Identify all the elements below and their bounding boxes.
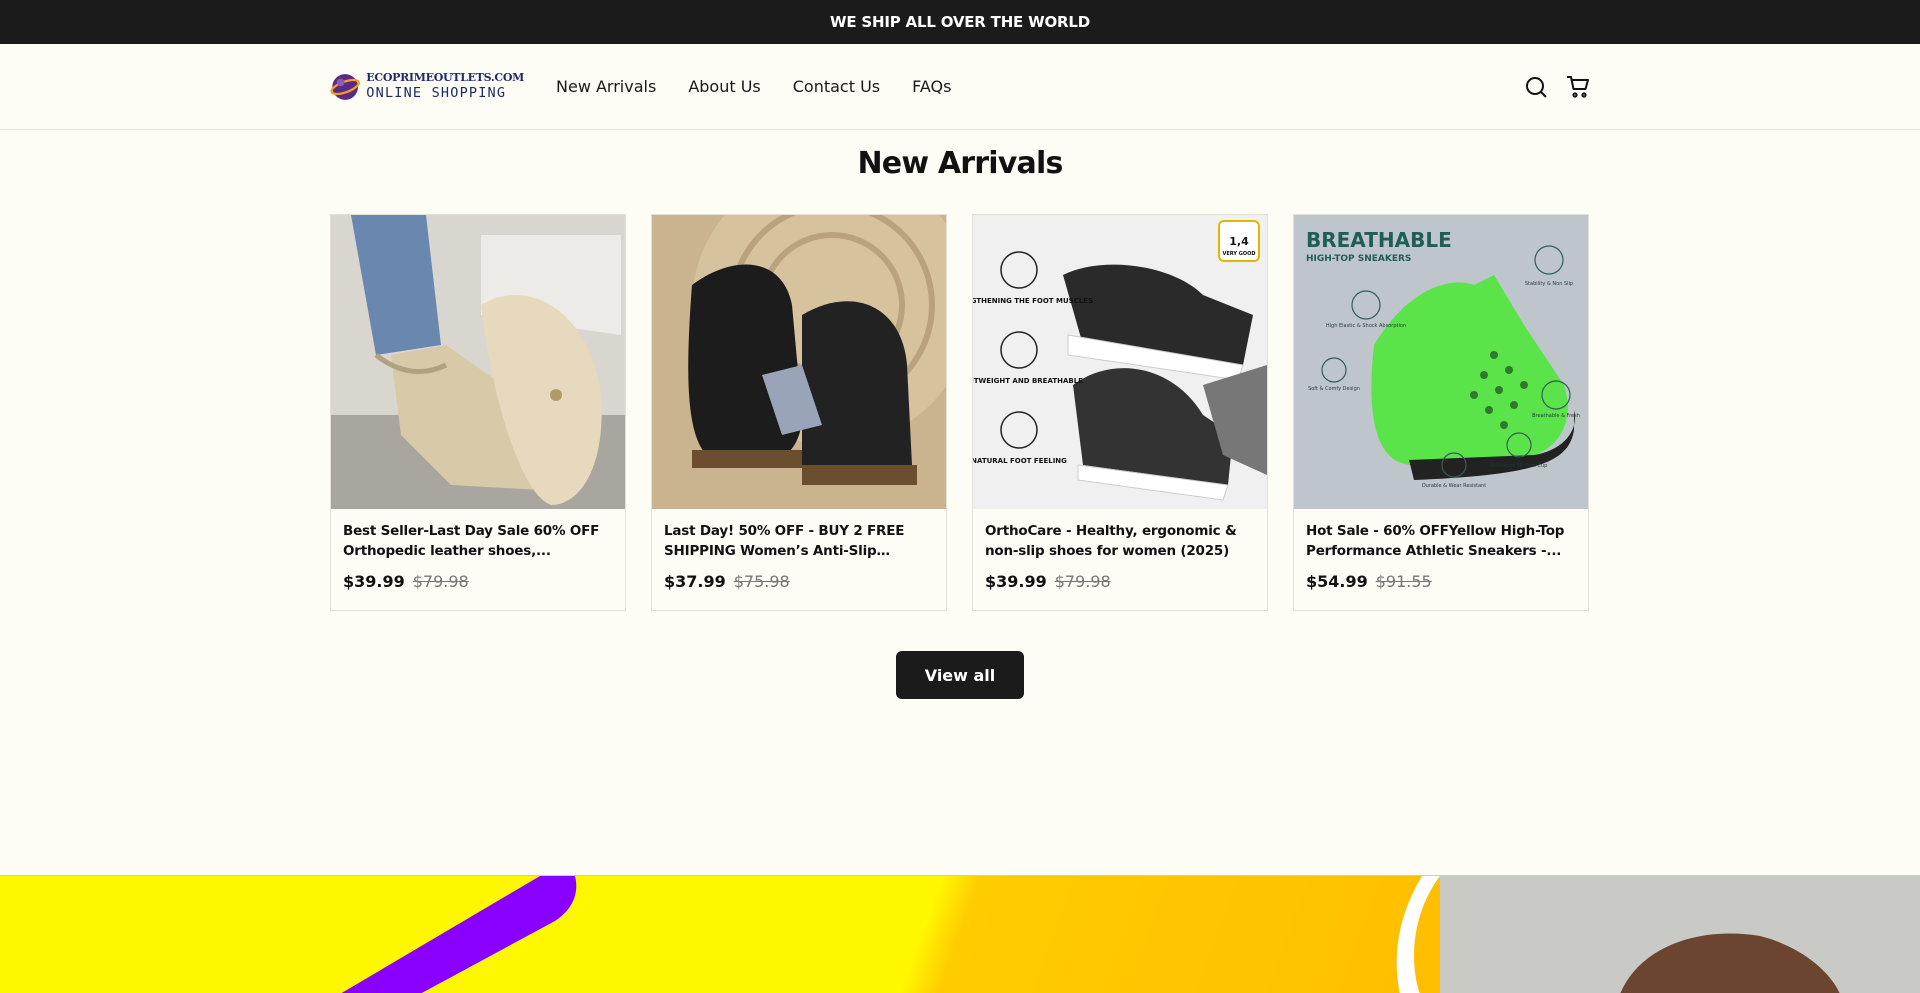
- product-card[interactable]: Best Seller-Last Day Sale 60% OFF Orthop…: [330, 214, 626, 611]
- nav-contact-us[interactable]: Contact Us: [793, 77, 880, 96]
- feature-label-2: LIGHTWEIGHT AND BREATHABLE: [973, 377, 1083, 385]
- product-title[interactable]: Best Seller-Last Day Sale 60% OFF Orthop…: [343, 521, 613, 561]
- feature-label: Stability & Non Slip: [1525, 281, 1573, 287]
- main-nav: New Arrivals About Us Contact Us FAQs: [556, 77, 951, 96]
- hero-banner: [0, 875, 1920, 993]
- image-subheadline: HIGH-TOP SNEAKERS: [1306, 254, 1411, 264]
- product-image[interactable]: [652, 215, 946, 509]
- site-header: ECOPRIMEOUTLETS.COM ONLINE SHOPPING New …: [0, 44, 1920, 130]
- rating-badge: 1,4: [1229, 235, 1249, 248]
- logo-globe-icon: [330, 73, 360, 100]
- view-all-button[interactable]: View all: [896, 651, 1024, 699]
- logo-title: ECOPRIMEOUTLETS.COM: [366, 71, 524, 85]
- product-title[interactable]: OrthoCare - Healthy, ergonomic & non-sli…: [985, 521, 1255, 561]
- feature-label: Soft & Comfy Design: [1308, 386, 1360, 392]
- product-title[interactable]: Last Day! 50% OFF - BUY 2 FREE SHIPPING …: [664, 521, 934, 561]
- product-card[interactable]: BREATHABLE HIGH-TOP SNEAKERS High Elasti…: [1293, 214, 1589, 611]
- product-image[interactable]: [331, 215, 625, 509]
- product-old-price: $75.98: [733, 572, 790, 591]
- rating-badge-label: VERY GOOD: [1223, 251, 1256, 257]
- announcement-text: WE SHIP ALL OVER THE WORLD: [829, 13, 1090, 31]
- product-card[interactable]: STRENGTHENING THE FOOT MUSCLES LIGHTWEIG…: [972, 214, 1268, 611]
- cart-icon[interactable]: [1566, 75, 1590, 99]
- logo[interactable]: ECOPRIMEOUTLETS.COM ONLINE SHOPPING: [330, 65, 524, 109]
- feature-label: U-Shaped 3D Foot Cup: [1491, 463, 1548, 469]
- product-card[interactable]: Last Day! 50% OFF - BUY 2 FREE SHIPPING …: [651, 214, 947, 611]
- announcement-bar: WE SHIP ALL OVER THE WORLD: [0, 0, 1920, 44]
- logo-subtitle: ONLINE SHOPPING: [366, 85, 507, 102]
- feature-label: High Elastic & Shock Absorption: [1326, 323, 1406, 329]
- nav-new-arrivals[interactable]: New Arrivals: [556, 77, 656, 96]
- product-old-price: $79.98: [412, 572, 469, 591]
- search-icon[interactable]: [1524, 75, 1548, 99]
- product-old-price: $79.98: [1054, 572, 1111, 591]
- image-headline: BREATHABLE: [1306, 228, 1452, 252]
- product-old-price: $91.55: [1375, 572, 1432, 591]
- nav-about-us[interactable]: About Us: [688, 77, 760, 96]
- product-price: $54.99: [1306, 572, 1368, 591]
- nav-faqs[interactable]: FAQs: [912, 77, 951, 96]
- product-grid: Best Seller-Last Day Sale 60% OFF Orthop…: [330, 214, 1590, 611]
- feature-label-3: NATURAL FOOT FEELING: [973, 457, 1067, 465]
- product-price: $39.99: [343, 572, 405, 591]
- product-price: $37.99: [664, 572, 726, 591]
- feature-label-1: STRENGTHENING THE FOOT MUSCLES: [973, 297, 1093, 305]
- product-price: $39.99: [985, 572, 1047, 591]
- section-title: New Arrivals: [857, 146, 1063, 181]
- feature-label: Breathable & Fresh: [1532, 413, 1580, 419]
- product-image[interactable]: STRENGTHENING THE FOOT MUSCLES LIGHTWEIG…: [973, 215, 1267, 509]
- product-title[interactable]: Hot Sale - 60% OFFYellow High-Top Perfor…: [1306, 521, 1576, 561]
- feature-label: Durable & Wear Resistant: [1422, 483, 1486, 489]
- banner-graphic: [341, 876, 1920, 993]
- product-image[interactable]: BREATHABLE HIGH-TOP SNEAKERS High Elasti…: [1294, 215, 1588, 509]
